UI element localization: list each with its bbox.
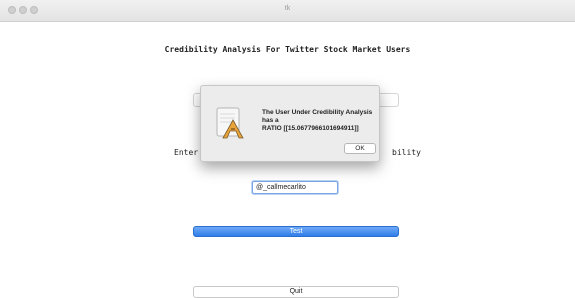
enter-label-right: bility <box>392 148 421 157</box>
window-title: tk <box>284 5 291 12</box>
window-titlebar: tk <box>0 0 575 22</box>
app-icon-pencil-ruler <box>216 107 244 139</box>
quit-button[interactable]: Quit <box>193 286 399 298</box>
enter-label-left: Enter <box>174 148 199 157</box>
test-button[interactable]: Test <box>193 226 399 237</box>
username-input[interactable]: @_callmecarlito <box>252 181 338 194</box>
dialog-message: The User Under Credibility Analysis has … <box>262 109 374 133</box>
dialog-message-line1: The User Under Credibility Analysis has … <box>262 109 373 124</box>
ok-button[interactable]: OK <box>344 143 376 154</box>
dialog-message-line2: RATIO [[15.0677966101694911]] <box>262 125 359 132</box>
alert-dialog: The User Under Credibility Analysis has … <box>200 85 380 162</box>
page-title: Credibility Analysis For Twitter Stock M… <box>164 45 411 54</box>
